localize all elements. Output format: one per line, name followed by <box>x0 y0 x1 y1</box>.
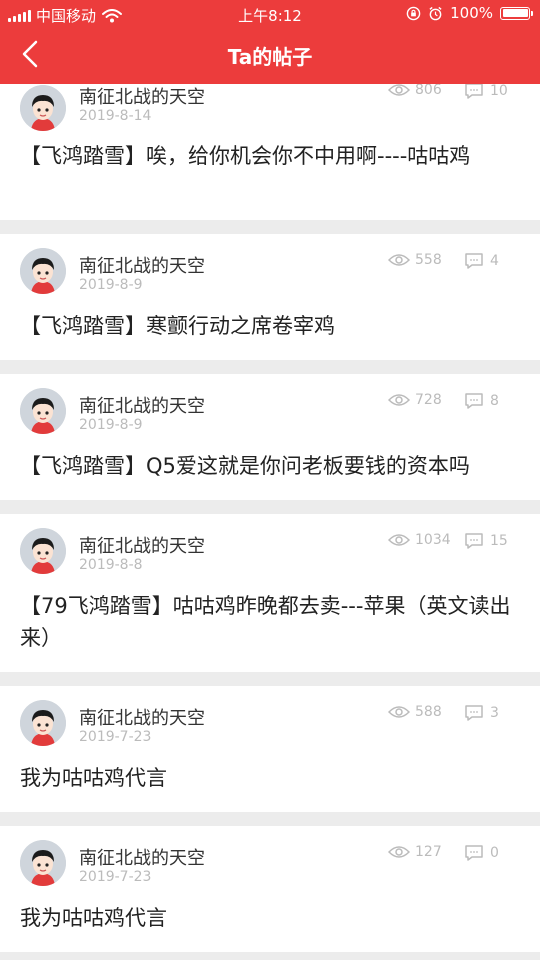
eye-icon <box>388 394 410 406</box>
post-item[interactable]: 南征北战的天空 2019-8-9 728 8 【飞鸿踏雪】Q5爱这就是你问老板要… <box>0 374 540 500</box>
comment-icon <box>465 533 483 549</box>
avatar[interactable] <box>20 840 66 886</box>
comment-count: 10 <box>464 82 508 100</box>
status-right: 100% <box>406 4 533 22</box>
post-date: 2019-8-14 <box>79 108 152 124</box>
avatar-icon <box>20 388 66 434</box>
comment-count-value: 15 <box>490 533 508 549</box>
view-count: 588 <box>388 704 442 720</box>
post-item[interactable]: 南征北战的天空 2019-8-8 1034 15 【79飞鸿踏雪】咕咕鸡昨晚都去… <box>0 514 540 672</box>
comment-count-value: 0 <box>490 845 499 861</box>
post-date: 2019-8-9 <box>79 277 143 293</box>
comment-count: 8 <box>464 392 499 410</box>
avatar-icon <box>20 528 66 574</box>
avatar[interactable] <box>20 528 66 574</box>
rotation-lock-icon <box>406 6 421 20</box>
post-author[interactable]: 南征北战的天空 <box>79 252 205 278</box>
post-date: 2019-7-23 <box>79 869 152 885</box>
battery-percent: 100% <box>450 4 493 22</box>
post-title[interactable]: 【飞鸿踏雪】Q5爱这就是你问老板要钱的资本吗 <box>20 450 525 482</box>
post-date: 2019-8-9 <box>79 417 143 433</box>
comment-icon <box>465 393 483 409</box>
post-author[interactable]: 南征北战的天空 <box>79 83 205 109</box>
post-title[interactable]: 【79飞鸿踏雪】咕咕鸡昨晚都去卖---苹果（英文读出来） <box>20 590 525 654</box>
comment-icon <box>465 83 483 99</box>
eye-icon <box>388 534 410 546</box>
post-title[interactable]: 我为咕咕鸡代言 <box>20 762 525 794</box>
avatar-icon <box>20 700 66 746</box>
avatar[interactable] <box>20 85 66 131</box>
eye-icon <box>388 706 410 718</box>
view-count-value: 806 <box>415 82 442 98</box>
eye-icon <box>388 846 410 858</box>
post-title[interactable]: 【飞鸿踏雪】唉，给你机会你不中用啊----咕咕鸡 <box>20 140 525 172</box>
view-count: 127 <box>388 844 442 860</box>
eye-icon <box>388 84 410 96</box>
avatar-icon <box>20 248 66 294</box>
app-header: 中国移动 上午8:12 100% Ta的帖子 <box>0 0 540 84</box>
post-author[interactable]: 南征北战的天空 <box>79 704 205 730</box>
avatar[interactable] <box>20 388 66 434</box>
post-date: 2019-8-8 <box>79 557 143 573</box>
comment-count: 4 <box>464 252 499 270</box>
avatar-icon <box>20 85 66 131</box>
avatar[interactable] <box>20 248 66 294</box>
post-author[interactable]: 南征北战的天空 <box>79 532 205 558</box>
comment-count-value: 4 <box>490 253 499 269</box>
avatar[interactable] <box>20 700 66 746</box>
post-item[interactable]: 南征北战的天空 2019-7-23 588 3 我为咕咕鸡代言 <box>0 686 540 812</box>
nav-bar: Ta的帖子 <box>0 28 540 84</box>
post-item[interactable]: 南征北战的天空 2019-8-14 806 10 【飞鸿踏雪】唉，给你机会你不中… <box>0 78 540 220</box>
page-title: Ta的帖子 <box>227 45 313 69</box>
view-count: 806 <box>388 82 442 98</box>
app-screen: 南征北战的天空 2019-8-14 806 10 【飞鸿踏雪】唉，给你机会你不中… <box>0 0 540 960</box>
view-count-value: 588 <box>415 704 442 720</box>
avatar-icon <box>20 840 66 886</box>
post-author[interactable]: 南征北战的天空 <box>79 392 205 418</box>
comment-icon <box>465 253 483 269</box>
alarm-icon <box>429 6 442 20</box>
view-count-value: 1034 <box>415 532 451 548</box>
comment-count-value: 10 <box>490 83 508 99</box>
comment-count-value: 8 <box>490 393 499 409</box>
view-count: 558 <box>388 252 442 268</box>
battery-icon <box>500 6 533 20</box>
view-count: 728 <box>388 392 442 408</box>
view-count-value: 127 <box>415 844 442 860</box>
post-item[interactable]: 南征北战的天空 2019-8-9 558 4 【飞鸿踏雪】寒颤行动之席卷宰鸡 <box>0 234 540 360</box>
post-title[interactable]: 【飞鸿踏雪】寒颤行动之席卷宰鸡 <box>20 310 525 342</box>
post-author[interactable]: 南征北战的天空 <box>79 844 205 870</box>
comment-icon <box>465 845 483 861</box>
comment-icon <box>465 705 483 721</box>
post-date: 2019-7-23 <box>79 729 152 745</box>
eye-icon <box>388 254 410 266</box>
status-bar: 中国移动 上午8:12 100% <box>0 0 540 28</box>
post-item[interactable]: 南征北战的天空 2019-7-23 127 0 我为咕咕鸡代言 <box>0 826 540 952</box>
post-title[interactable]: 我为咕咕鸡代言 <box>20 902 525 934</box>
comment-count: 3 <box>464 704 499 722</box>
view-count-value: 728 <box>415 392 442 408</box>
view-count: 1034 <box>388 532 451 548</box>
comment-count: 0 <box>464 844 499 862</box>
view-count-value: 558 <box>415 252 442 268</box>
comment-count: 15 <box>464 532 508 550</box>
comment-count-value: 3 <box>490 705 499 721</box>
